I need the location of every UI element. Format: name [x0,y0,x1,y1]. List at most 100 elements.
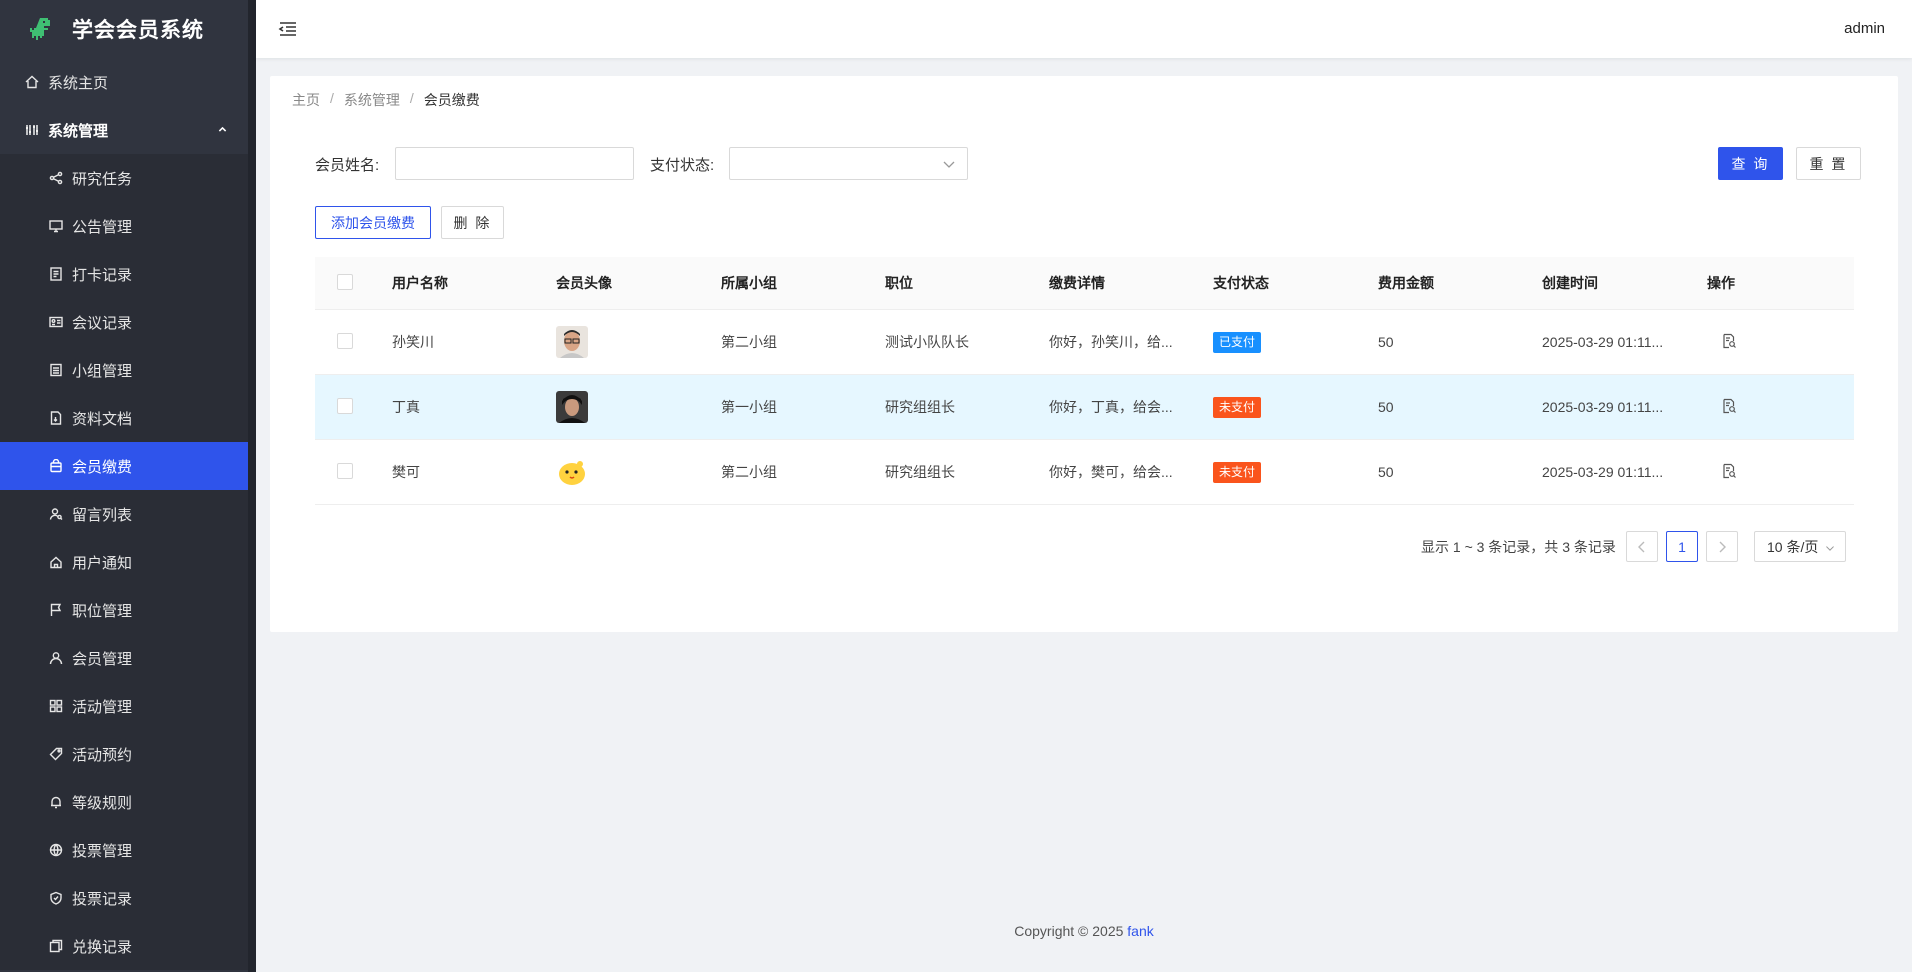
sidebar-item-1[interactable]: 公告管理 [0,202,248,250]
sidebar-item-label: 留言列表 [72,506,133,524]
sidebar-item-14[interactable]: 投票管理 [0,826,248,874]
status-badge: 已支付 [1213,331,1262,353]
avatar[interactable] [556,456,588,488]
cell-detail: 你好，孙笑川，给... [1049,334,1173,350]
sidebar-item-5[interactable]: 资料文档 [0,394,248,442]
sidebar-item-label: 活动预约 [72,746,133,764]
cell-created: 2025-03-29 01:11... [1542,464,1664,480]
breadcrumb-system[interactable]: 系统管理 [344,90,400,110]
col-header-created: 创建时间 [1542,275,1598,291]
breadcrumb-home[interactable]: 主页 [292,90,320,110]
table-row[interactable]: 孙笑川 第二小组 测试小队队长 你好，孙笑川，给... 已支付 50 2025-03-29 … [315,310,1854,375]
col-header-name: 用户名称 [392,275,448,291]
cell-created: 2025-03-29 01:11... [1542,334,1664,350]
sidebar-item-3[interactable]: 会议记录 [0,298,248,346]
sidebar-item-16[interactable]: 兑换记录 [0,922,248,970]
view-detail-icon[interactable] [1721,398,1737,414]
sidebar-item-7[interactable]: 留言列表 [0,490,248,538]
monitor-icon [48,218,64,234]
cell-name: 孙笑川 [392,334,434,350]
globe-icon [48,842,64,858]
pagination-summary: 显示 1 ~ 3 条记录，共 3 条记录 [1421,539,1616,555]
user-icon [48,650,64,666]
shield-icon [48,890,64,906]
sidebar-item-8[interactable]: 用户通知 [0,538,248,586]
table-row[interactable]: 丁真 第一小组 研究组组长 你好，丁真，给会... 未支付 50 2025-03-29 01… [315,375,1854,440]
avatar[interactable] [556,326,588,358]
sidebar-item-label: 会员缴费 [72,458,133,476]
chevron-left-icon [1638,541,1645,552]
sidebar-item-label: 会议记录 [72,314,133,332]
cell-detail: 你好，丁真，给会... [1049,399,1173,415]
table-header: 用户名称 会员头像 所属小组 职位 缴费详情 支付状态 费用金额 创建时间 操作 [315,257,1854,310]
sidebar-item-label: 小组管理 [72,362,133,380]
breadcrumb: 主页 / 系统管理 / 会员缴费 [292,90,480,110]
cell-created: 2025-03-29 01:11... [1542,399,1664,415]
house-icon [48,554,64,570]
sidebar-item-label: 投票记录 [72,890,133,908]
sidebar-item-12[interactable]: 活动预约 [0,730,248,778]
cell-group: 第二小组 [721,334,777,350]
prev-page-button[interactable] [1626,531,1658,562]
sidebar-group-system[interactable]: 系统管理 [0,106,248,154]
dinosaur-logo-icon [30,18,50,40]
app-title: 学会会员系统 [72,19,204,42]
sidebar-item-label: 兑换记录 [72,938,133,956]
sidebar-item-6[interactable]: 会员缴费 [0,442,248,490]
cell-position: 研究组组长 [885,464,955,480]
sidebar-item-0[interactable]: 研究任务 [0,154,248,202]
table-body: 孙笑川 第二小组 测试小队队长 你好，孙笑川，给... 已支付 50 2025-03-29 … [315,310,1854,505]
cell-group: 第一小组 [721,399,777,415]
delete-button[interactable]: 删 除 [441,206,504,239]
sidebar-item-label: 等级规则 [72,794,133,812]
sidebar: 学会会员系统 系统主页 系统管理 研究任务公告管理打卡记录会议记录小组管理资料文… [0,0,256,972]
sidebar-item-15[interactable]: 投票记录 [0,874,248,922]
sidebar-item-10[interactable]: 会员管理 [0,634,248,682]
user-menu[interactable]: admin [1844,20,1885,37]
tag-icon [48,746,64,762]
next-page-button[interactable] [1706,531,1738,562]
sidebar-item-13[interactable]: 等级规则 [0,778,248,826]
table-row[interactable]: 樊可 第二小组 研究组组长 你好，樊可，给会... 未支付 50 2025-03-29 01… [315,440,1854,505]
bell-icon [48,794,64,810]
row-checkbox[interactable] [337,397,353,414]
page-size-select[interactable]: 10 条/页 [1754,531,1846,562]
copy-icon [48,938,64,954]
row-checkbox[interactable] [337,332,353,349]
sidebar-item-4[interactable]: 小组管理 [0,346,248,394]
query-button[interactable]: 查 询 [1718,147,1783,180]
share-icon [48,170,64,186]
chevron-down-icon [943,161,955,168]
pay-status-select[interactable] [729,147,968,180]
sidebar-item-label: 系统主页 [48,74,109,92]
col-header-group: 所属小组 [721,275,777,291]
sidebar-item-label: 会员管理 [72,650,133,668]
menu-fold-icon[interactable] [278,19,298,39]
copyright-text: Copyright © 2025 [1014,923,1124,939]
content-card: 主页 / 系统管理 / 会员缴费 会员姓名: 支付状态: 查 询 重 置 添加会… [270,76,1898,632]
payment-table: 用户名称 会员头像 所属小组 职位 缴费详情 支付状态 费用金额 创建时间 操作… [315,257,1854,505]
avatar[interactable] [556,391,588,423]
sidebar-item-11[interactable]: 活动管理 [0,682,248,730]
cell-position: 研究组组长 [885,399,955,415]
col-header-detail: 缴费详情 [1049,275,1105,291]
sidebar-item-home[interactable]: 系统主页 [0,58,248,106]
sidebar-item-9[interactable]: 职位管理 [0,586,248,634]
sidebar-item-label: 公告管理 [72,218,133,236]
sidebar-item-label: 资料文档 [72,410,133,428]
sidebar-item-label: 打卡记录 [72,266,133,284]
row-checkbox[interactable] [337,462,353,479]
sidebar-item-2[interactable]: 打卡记录 [0,250,248,298]
sidebar-item-label: 职位管理 [72,602,133,620]
add-payment-button[interactable]: 添加会员缴费 [315,206,431,239]
view-detail-icon[interactable] [1721,333,1737,349]
page-1-button[interactable]: 1 [1666,531,1698,562]
member-name-input[interactable] [395,147,634,180]
view-detail-icon[interactable] [1721,463,1737,479]
reset-button[interactable]: 重 置 [1796,147,1861,180]
col-header-actions: 操作 [1707,275,1735,291]
select-all-checkbox[interactable] [337,273,353,290]
sidebar-submenu: 研究任务公告管理打卡记录会议记录小组管理资料文档会员缴费留言列表用户通知职位管理… [0,154,248,970]
sidebar-scrollbar[interactable] [248,0,256,972]
author-link[interactable]: fank [1127,923,1153,939]
